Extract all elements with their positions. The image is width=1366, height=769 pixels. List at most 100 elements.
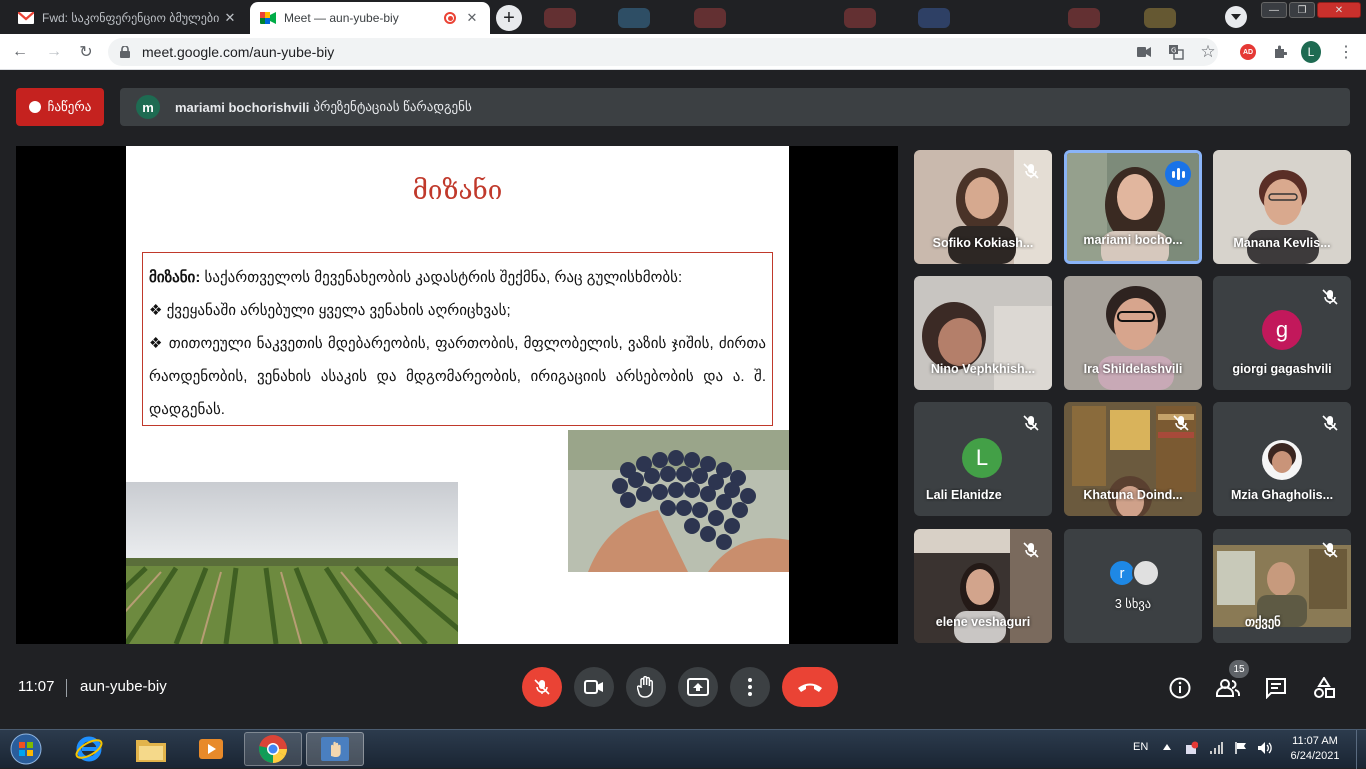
extension-adblock-icon[interactable]: AD	[1238, 42, 1258, 62]
folder-icon	[136, 740, 166, 762]
blurred-tab-icon[interactable]	[694, 8, 726, 28]
participant-tile[interactable]: Ira Shildelashvili	[1064, 276, 1202, 390]
blurred-tab-icon[interactable]	[1068, 8, 1100, 28]
close-window-button[interactable]: ✕	[1317, 2, 1361, 18]
profile-avatar[interactable]: L	[1301, 41, 1321, 63]
slide-title: მიზანი	[412, 176, 503, 206]
tray-clock[interactable]: 11:07 AM 6/24/2021	[1280, 734, 1350, 764]
participant-tile[interactable]: Nino Vephkhish...	[914, 276, 1052, 390]
participant-tile-speaking[interactable]: mariami bocho...	[1064, 150, 1202, 264]
extensions-puzzle-icon[interactable]	[1270, 42, 1290, 62]
tray-flag-icon[interactable]	[1234, 741, 1248, 755]
participant-name: mariami bocho...	[1083, 233, 1183, 247]
participant-tile[interactable]: Sofiko Kokiash...	[914, 150, 1052, 264]
close-tab-icon[interactable]: ✕	[464, 10, 480, 26]
chat-button[interactable]	[1264, 676, 1288, 700]
blurred-tab-icon[interactable]	[844, 8, 876, 28]
participant-name: Nino Vephkhish...	[930, 362, 1036, 376]
maximize-button[interactable]: ❐	[1289, 2, 1315, 18]
url-field[interactable]: meet.google.com/aun-yube-biy	[108, 38, 1218, 66]
participant-tile[interactable]: Manana Kevlis...	[1213, 150, 1351, 264]
taskbar-hand-app[interactable]	[306, 732, 364, 766]
presenter-banner: m mariami bochorishvili პრეზენტაციას წარ…	[120, 88, 1350, 126]
taskbar-file-explorer[interactable]	[122, 732, 180, 766]
tray-date: 6/24/2021	[1290, 750, 1340, 762]
camera-icon	[584, 680, 603, 694]
vineyard-image	[126, 482, 458, 644]
tray-expand-icon[interactable]	[1163, 744, 1171, 750]
recording-indicator-icon	[444, 12, 456, 24]
browser-tab-bar: Fwd: საკონფერენციო ბმულები ✕ Meet — aun-…	[0, 0, 1366, 34]
mic-off-icon	[1023, 542, 1039, 558]
close-tab-icon[interactable]: ✕	[222, 10, 238, 26]
show-desktop-button[interactable]	[1356, 730, 1366, 769]
tab-title: Fwd: საკონფერენციო ბმულები	[42, 11, 220, 25]
show-everyone-button[interactable]	[1216, 676, 1240, 700]
back-icon[interactable]: ←	[10, 42, 30, 62]
participant-name: elene veshaguri	[935, 615, 1031, 629]
participant-tile[interactable]: g giorgi gagashvili	[1213, 276, 1351, 390]
media-player-icon	[199, 739, 223, 759]
microphone-toggle-button[interactable]	[522, 667, 562, 707]
tray-volume-icon[interactable]	[1257, 741, 1273, 755]
blurred-tab-icon[interactable]	[544, 8, 576, 28]
browser-menu-icon[interactable]: ⋮	[1336, 42, 1356, 62]
windows-taskbar: EN 11:07 AM 6/24/2021	[0, 729, 1366, 769]
translate-icon[interactable]: G	[1166, 42, 1186, 62]
leave-call-button[interactable]	[782, 667, 838, 707]
blurred-tab-icon[interactable]	[918, 8, 950, 28]
slide-lead: მიზანი: საქართველოს მევენახეობის კადასტრ…	[149, 261, 766, 294]
activities-button[interactable]	[1312, 676, 1336, 700]
tray-network-icon[interactable]	[1209, 741, 1223, 755]
new-tab-button[interactable]: +	[496, 5, 522, 31]
divider	[66, 679, 67, 697]
tray-time: 11:07 AM	[1292, 735, 1338, 747]
participant-tile[interactable]: L Lali Elanidze	[914, 402, 1052, 516]
mic-off-icon	[1322, 542, 1338, 558]
participant-tile-others[interactable]: r 3 სხვა	[1064, 529, 1202, 643]
slide-text-box: მიზანი: საქართველოს მევენახეობის კადასტრ…	[142, 252, 773, 426]
chat-icon	[1266, 678, 1286, 699]
participant-tile[interactable]: Mzia Ghagholis...	[1213, 402, 1351, 516]
hand-app-icon	[321, 737, 349, 761]
tab-search-icon[interactable]	[1225, 6, 1247, 28]
blurred-tab-icon[interactable]	[618, 8, 650, 28]
reload-icon[interactable]: ↻	[76, 42, 96, 62]
record-label: ჩაწერა	[47, 99, 92, 114]
camera-toggle-button[interactable]	[574, 667, 614, 707]
blurred-tab-icon[interactable]	[1144, 8, 1176, 28]
taskbar-chrome[interactable]	[244, 732, 302, 766]
speaking-indicator-icon	[1165, 161, 1191, 187]
participant-tile[interactable]: elene veshaguri	[914, 529, 1052, 643]
participant-name: Ira Shildelashvili	[1083, 362, 1183, 376]
hang-up-icon	[798, 683, 822, 692]
camera-permission-icon[interactable]	[1134, 42, 1154, 62]
tab-title: Meet — aun-yube-biy	[284, 11, 399, 25]
slide-lead-bold: მიზანი:	[149, 269, 201, 286]
tray-action-center-icon[interactable]	[1184, 741, 1199, 755]
bookmark-star-icon[interactable]: ☆	[1198, 42, 1218, 62]
taskbar-internet-explorer[interactable]	[60, 732, 118, 766]
taskbar-media-player[interactable]	[182, 732, 240, 766]
raise-hand-button[interactable]	[626, 667, 666, 707]
participant-tile-self[interactable]: თქვენ	[1213, 529, 1351, 643]
start-button[interactable]	[6, 732, 46, 766]
chrome-icon	[258, 735, 287, 763]
minimize-button[interactable]: —	[1261, 2, 1287, 18]
mic-off-icon	[534, 679, 550, 695]
tray-language[interactable]: EN	[1133, 741, 1148, 753]
participant-name: Mzia Ghagholis...	[1230, 488, 1334, 502]
mic-off-icon	[1173, 415, 1189, 431]
present-screen-button[interactable]	[678, 667, 718, 707]
record-dot-icon	[28, 101, 41, 113]
raise-hand-icon	[637, 676, 653, 698]
tab-gmail[interactable]: Fwd: საკონფერენციო ბმულები ✕	[8, 2, 248, 34]
tab-meet[interactable]: Meet — aun-yube-biy ✕	[250, 2, 490, 34]
meeting-details-button[interactable]	[1168, 676, 1192, 700]
more-options-button[interactable]	[730, 667, 770, 707]
recording-button[interactable]: ჩაწერა	[16, 88, 104, 126]
participant-tile[interactable]: Khatuna Doind...	[1064, 402, 1202, 516]
participant-name: Sofiko Kokiash...	[932, 236, 1034, 250]
slide-lead-text: საქართველოს მევენახეობის კადასტრის შექმნ…	[200, 269, 683, 286]
forward-icon[interactable]: →	[44, 42, 64, 62]
